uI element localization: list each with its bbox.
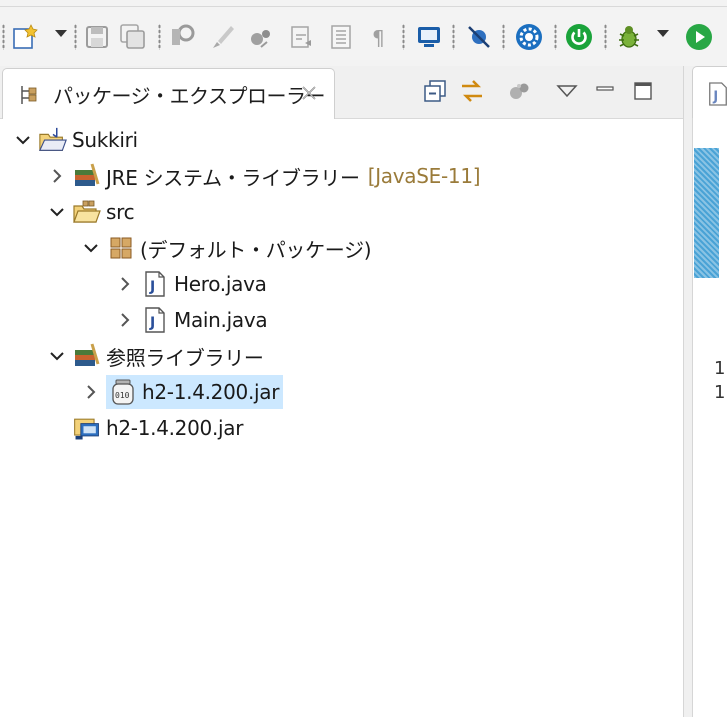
save-icon[interactable] (82, 22, 112, 52)
chevron-down-icon[interactable] (657, 30, 669, 37)
java-file-icon: J (140, 305, 170, 335)
editor-highlight-block (694, 148, 719, 278)
tree-item-java-file[interactable]: J Hero.java (116, 267, 267, 301)
tree-item-label: Main.java (174, 308, 268, 332)
tree-item-referenced-libraries[interactable]: 参照ライブラリー (48, 339, 264, 373)
library-books-icon (72, 341, 102, 371)
toolbar-grip[interactable] (158, 24, 161, 50)
tree-item-label: JRE システム・ライブラリー (106, 165, 360, 190)
source-folder-icon (72, 197, 102, 227)
toolbar-grip[interactable] (74, 24, 77, 50)
package-icon (106, 233, 136, 263)
link-with-editor-icon[interactable] (455, 74, 489, 108)
line-number: 1 (714, 358, 726, 379)
tab-title: パッケージ・エクスプローラー (53, 84, 326, 108)
close-icon[interactable] (299, 83, 319, 107)
project-folder-icon: J (38, 125, 68, 155)
line-number: 1 (714, 382, 726, 403)
collapse-all-icon[interactable] (418, 74, 452, 108)
svg-text:¶: ¶ (372, 26, 385, 50)
tree-item-root-jar[interactable]: h2-1.4.200.jar (72, 411, 243, 445)
save-all-icon[interactable] (118, 22, 148, 52)
toolbar-top-strip (0, 0, 727, 7)
minimize-icon[interactable] (588, 74, 622, 108)
outline-icon[interactable] (326, 22, 356, 52)
editor-area: J 1 1 (684, 66, 727, 717)
debug-bug-icon[interactable] (614, 22, 644, 52)
chevron-down-icon[interactable] (48, 347, 66, 365)
chevron-down-icon[interactable] (48, 203, 66, 221)
svg-text:J: J (712, 89, 718, 104)
tree-item-label: h2-1.4.200.jar (142, 380, 280, 404)
chevron-right-icon[interactable] (82, 383, 100, 401)
maximize-icon[interactable] (626, 74, 660, 108)
main-toolbar: ¶ (0, 0, 727, 66)
tree-item-java-file[interactable]: J Main.java (116, 303, 268, 337)
pilcrow-icon[interactable]: ¶ (364, 22, 394, 52)
breakpoint-skip-icon[interactable] (464, 22, 494, 52)
focus-icon[interactable] (502, 74, 536, 108)
toolbar-grip[interactable] (452, 24, 455, 50)
jar-archive-icon (72, 413, 102, 443)
chevron-right-icon[interactable] (116, 311, 134, 329)
toolbar-grip[interactable] (554, 24, 557, 50)
selection-highlight: 010 h2-1.4.200.jar (106, 375, 284, 409)
toolbar-grip[interactable] (502, 24, 505, 50)
brush-icon[interactable] (208, 22, 238, 52)
search-icon[interactable] (168, 22, 198, 52)
toolbar-grip[interactable] (604, 24, 607, 50)
toggle-ant-icon[interactable] (246, 22, 276, 52)
run-icon[interactable] (684, 22, 714, 52)
tree-item-project[interactable]: J Sukkiri (14, 123, 138, 157)
chevron-right-icon[interactable] (48, 167, 66, 185)
settings-gear-icon[interactable] (514, 22, 544, 52)
chevron-down-icon[interactable] (14, 131, 32, 149)
tree-item-label: 参照ライブラリー (106, 345, 264, 370)
tab-package-explorer[interactable]: パッケージ・エクスプローラー (2, 68, 335, 119)
svg-text:010: 010 (115, 391, 130, 400)
console-icon[interactable] (414, 22, 444, 52)
tree-item-label: h2-1.4.200.jar (106, 416, 244, 440)
jre-version-decoration: [JavaSE-11] (367, 164, 481, 188)
power-icon[interactable] (564, 22, 594, 52)
view-tab-bar: パッケージ・エクスプローラー (0, 66, 683, 119)
task-icon[interactable] (286, 22, 316, 52)
package-explorer-icon (17, 83, 41, 111)
tree-item-src[interactable]: src (48, 195, 135, 229)
java-file-icon: J (140, 269, 170, 299)
toolbar-grip[interactable] (2, 24, 5, 50)
jar-file-icon: 010 (108, 377, 138, 407)
java-file-icon: J (707, 81, 727, 111)
chevron-down-icon[interactable] (82, 239, 100, 257)
tree-item-jre-library[interactable]: JRE システム・ライブラリー [JavaSE-11] (48, 159, 481, 193)
tree-item-label: (デフォルト・パッケージ) (140, 237, 372, 262)
chevron-right-icon[interactable] (116, 275, 134, 293)
editor-tab[interactable]: J (692, 66, 727, 119)
view-menu-icon[interactable] (550, 74, 584, 108)
package-explorer-view: パッケージ・エクスプローラー J Sukkiri JRE システム・ライブラリー… (0, 66, 684, 717)
svg-text:J: J (149, 279, 155, 295)
tree-item-jar[interactable]: 010 h2-1.4.200.jar (82, 375, 284, 409)
tree-item-default-package[interactable]: (デフォルト・パッケージ) (82, 231, 372, 265)
chevron-down-icon[interactable] (55, 30, 67, 37)
library-books-icon (72, 161, 102, 191)
svg-text:J: J (55, 127, 58, 136)
svg-text:J: J (149, 315, 155, 331)
toolbar-grip[interactable] (402, 24, 405, 50)
new-wizard-icon[interactable] (10, 22, 40, 52)
tree-item-label: Sukkiri (72, 128, 138, 152)
tree-item-label: src (106, 200, 135, 224)
tree-item-label: Hero.java (174, 272, 267, 296)
